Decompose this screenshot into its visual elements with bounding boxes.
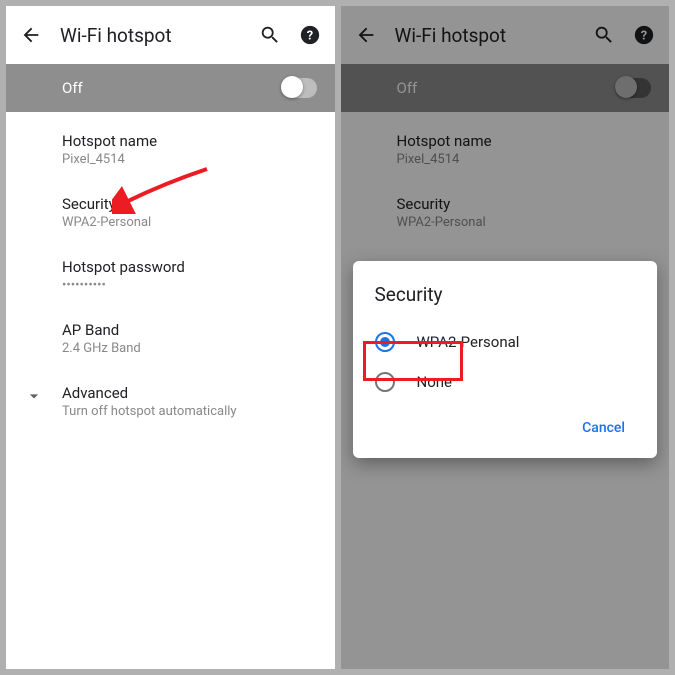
row-hotspot-name[interactable]: Hotspot name Pixel_4514 xyxy=(341,118,670,181)
appbar: Wi-Fi hotspot ? xyxy=(341,6,670,64)
dialog-actions: Cancel xyxy=(375,412,636,444)
search-icon[interactable] xyxy=(593,24,615,46)
cancel-button[interactable]: Cancel xyxy=(572,412,635,444)
row-title: Security xyxy=(397,195,652,213)
row-value: 2.4 GHz Band xyxy=(62,341,317,356)
toggle-switch[interactable] xyxy=(615,78,651,98)
dual-screenshot-container: Wi-Fi hotspot ? Off Hotspot name Pixel_4… xyxy=(0,0,675,675)
arrow-annotation-icon xyxy=(112,164,212,214)
phone-right: Wi-Fi hotspot ? Off Hotspot name Pixel_4… xyxy=(341,6,670,669)
row-title: AP Band xyxy=(62,321,317,339)
toggle-switch[interactable] xyxy=(281,78,317,98)
row-value: WPA2-Personal xyxy=(397,215,652,230)
search-icon[interactable] xyxy=(259,24,281,46)
hotspot-toggle-row[interactable]: Off xyxy=(341,64,670,112)
svg-text:?: ? xyxy=(641,29,647,44)
row-title: Hotspot password xyxy=(62,258,317,276)
row-ap-band[interactable]: AP Band 2.4 GHz Band xyxy=(6,307,335,370)
chevron-down-icon xyxy=(24,384,62,406)
settings-list: Hotspot name Pixel_4514 Security WPA2-Pe… xyxy=(341,112,670,250)
row-password[interactable]: Hotspot password •••••••••• xyxy=(6,244,335,307)
hotspot-toggle-row[interactable]: Off xyxy=(6,64,335,112)
row-title: Hotspot name xyxy=(62,132,317,150)
phone-left: Wi-Fi hotspot ? Off Hotspot name Pixel_4… xyxy=(6,6,335,669)
highlight-box xyxy=(363,341,463,381)
back-icon[interactable] xyxy=(20,24,42,46)
row-value: •••••••••• xyxy=(62,278,317,293)
toggle-label: Off xyxy=(62,79,83,97)
row-security[interactable]: Security WPA2-Personal xyxy=(341,181,670,244)
page-title: Wi-Fi hotspot xyxy=(60,24,241,47)
svg-text:?: ? xyxy=(306,29,312,44)
row-title: Hotspot name xyxy=(397,132,652,150)
page-title: Wi-Fi hotspot xyxy=(395,24,576,47)
row-value: Pixel_4514 xyxy=(397,152,652,167)
row-title: Advanced xyxy=(62,384,237,402)
help-icon[interactable]: ? xyxy=(299,24,321,46)
row-value: Turn off hotspot automatically xyxy=(62,404,237,419)
help-icon[interactable]: ? xyxy=(633,24,655,46)
appbar: Wi-Fi hotspot ? xyxy=(6,6,335,64)
dialog-title: Security xyxy=(375,283,636,306)
settings-list: Hotspot name Pixel_4514 Security WPA2-Pe… xyxy=(6,112,335,439)
back-icon[interactable] xyxy=(355,24,377,46)
row-value: WPA2-Personal xyxy=(62,215,317,230)
row-advanced[interactable]: Advanced Turn off hotspot automatically xyxy=(6,370,335,433)
toggle-label: Off xyxy=(397,79,418,97)
